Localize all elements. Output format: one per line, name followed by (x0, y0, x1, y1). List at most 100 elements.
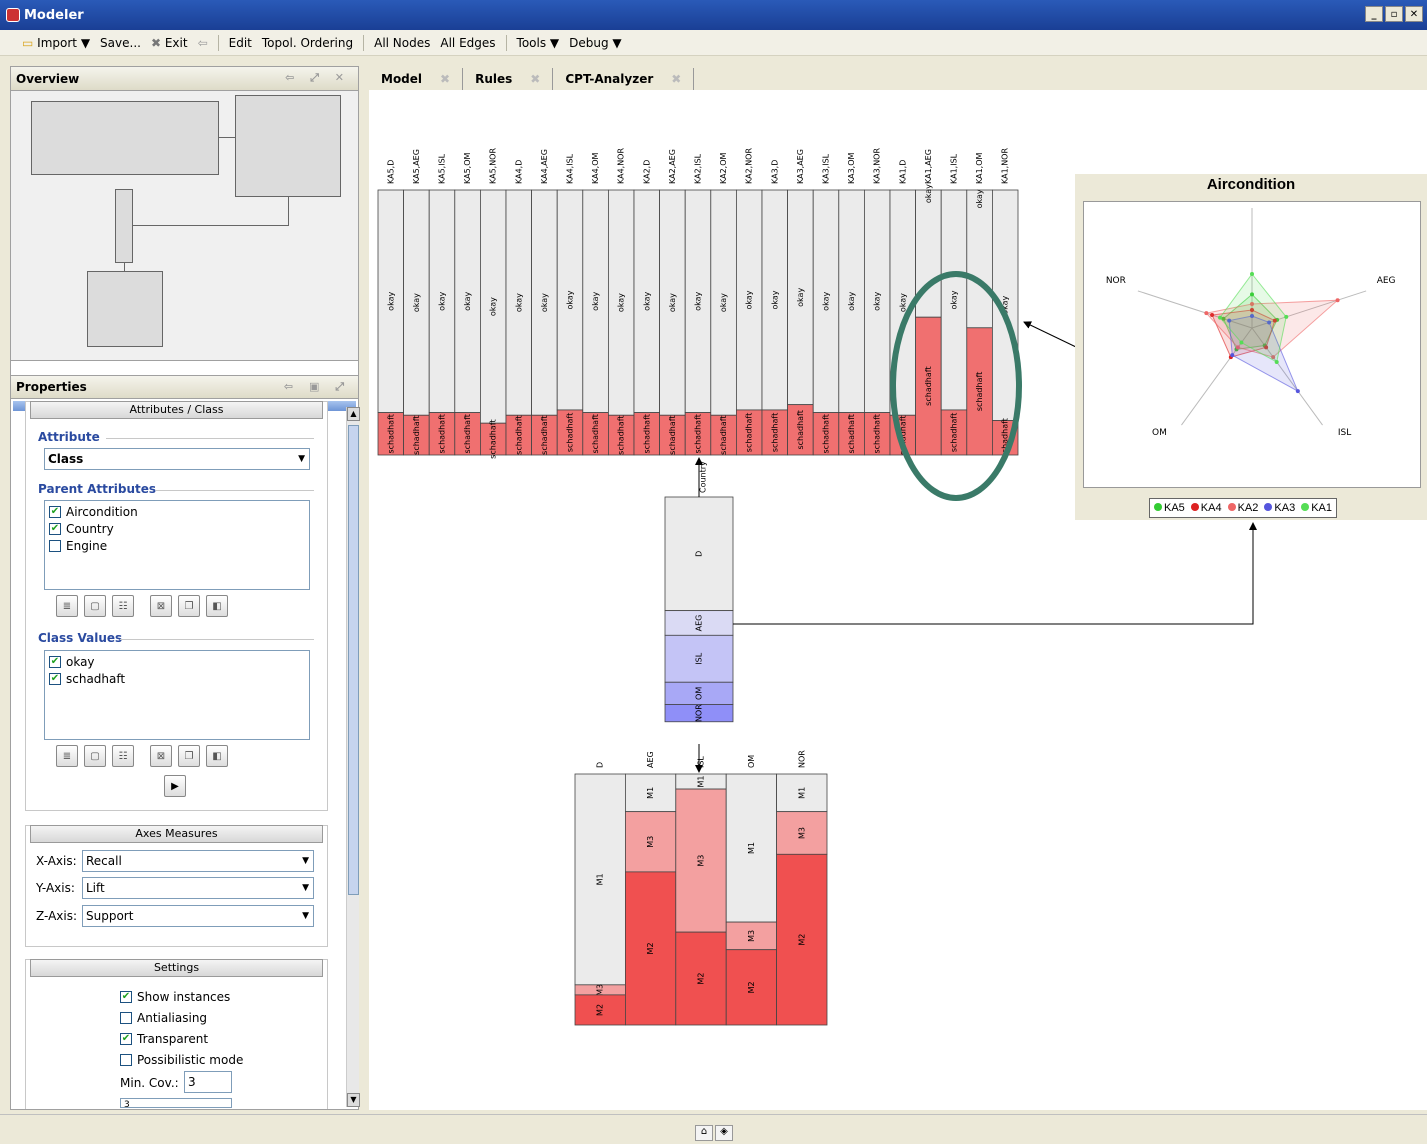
cpt-column-label: KA5,D (386, 160, 395, 184)
play-icon[interactable]: ▶ (164, 775, 186, 797)
y-axis-select[interactable]: Lift ▼ (82, 877, 314, 899)
overview-node (31, 101, 219, 175)
import-button[interactable]: ▭ Import ▼ (22, 36, 90, 50)
cpt-column[interactable]: KA1,AEGokay schadhaft (915, 149, 942, 456)
checkbox[interactable]: ✔ (49, 672, 61, 685)
cpt-column[interactable]: KA4,AEG okay schadhaft (531, 149, 558, 456)
close-button[interactable]: ✕ (1405, 6, 1423, 22)
topol-ordering-button[interactable]: Topol. Ordering (262, 36, 353, 50)
tab-rules[interactable]: Rules ✖ (463, 68, 554, 90)
cpt-column[interactable]: KA4,OM okay schadhaft (582, 152, 609, 456)
edit-button[interactable]: Edit (229, 36, 252, 50)
tab-cpt-analyzer[interactable]: CPT-Analyzer ✖ (553, 68, 695, 90)
home-icon[interactable]: ⌂ (695, 1125, 713, 1141)
paste-icon[interactable]: ◧ (206, 595, 228, 617)
attribute-select[interactable]: Class ▼ (44, 448, 310, 470)
z-axis-select[interactable]: Support ▼ (82, 905, 314, 927)
cpt-column[interactable]: KA4,ISL okay schadhaft (556, 153, 584, 456)
cpt-column[interactable]: KA4,D okay schadhaft (505, 160, 533, 456)
tab-model[interactable]: Model ✖ (369, 68, 464, 90)
back-arrow-icon[interactable]: ⇦ (198, 36, 208, 50)
overview-canvas[interactable] (11, 91, 358, 361)
class-value-item-label: schadhaft (66, 671, 126, 686)
parent-attribute-item[interactable]: Engine (45, 537, 309, 554)
checkbox[interactable] (49, 539, 61, 552)
cpt-column[interactable]: KA1,ISL okay schadhaft (940, 153, 968, 456)
x-axis-select[interactable]: Recall ▼ (82, 850, 314, 872)
cpt-column[interactable]: KA2,D okay schadhaft (633, 160, 661, 456)
cpt-column[interactable]: KA2,AEG okay schadhaft (659, 149, 686, 456)
engine-column[interactable]: M1 M3 M2 AEG (624, 751, 677, 1026)
save-button[interactable]: Save... (100, 36, 141, 50)
engine-column[interactable]: M1 M3 M2 ISL (675, 756, 727, 1026)
hidden-field[interactable]: 3 (120, 1098, 232, 1108)
cpt-schadhaft-label: schadhaft (950, 413, 959, 452)
cpt-column[interactable]: KA5,D okay schadhaft (377, 160, 405, 456)
debug-menu[interactable]: Debug ▼ (569, 36, 622, 50)
cpt-column[interactable]: KA3,D okay schadhaft (761, 160, 789, 456)
deselect-all-icon[interactable]: ▢ (84, 595, 106, 617)
select-all-icon[interactable]: ≣ (56, 745, 78, 767)
maximize-button[interactable]: ▫ (1385, 6, 1403, 22)
tools-menu[interactable]: Tools ▼ (517, 36, 560, 50)
cpt-column[interactable]: KA2,OM okay schadhaft (710, 152, 737, 456)
checkbox[interactable]: ✔ (120, 1032, 132, 1045)
scroll-down-icon[interactable]: ▼ (347, 1093, 360, 1107)
cpt-column[interactable]: KA4,NOR okay schadhaft (607, 148, 635, 456)
cpt-column[interactable]: KA3,ISL okay schadhaft (812, 153, 840, 456)
invert-selection-icon[interactable]: ☷ (112, 745, 134, 767)
scroll-up-icon[interactable]: ▲ (347, 407, 360, 421)
close-tab-icon[interactable]: ✖ (530, 72, 540, 86)
cpt-column[interactable]: KA3,OM okay schadhaft (838, 152, 865, 456)
close-tab-icon[interactable]: ✖ (440, 72, 450, 86)
all-nodes-button[interactable]: All Nodes (374, 36, 430, 50)
engine-column[interactable]: M1 M3 M2 D (574, 762, 626, 1026)
cpt-column[interactable]: KA3,NOR okay schadhaft (863, 148, 891, 456)
all-edges-button[interactable]: All Edges (440, 36, 495, 50)
class-value-item[interactable]: ✔ okay (45, 653, 309, 670)
cpt-column[interactable]: KA2,ISL okay schadhaft (684, 153, 712, 456)
checkbox[interactable] (120, 1011, 132, 1024)
remove-icon[interactable]: ⊠ (150, 745, 172, 767)
setting-option[interactable]: ✔ Show instances (116, 986, 243, 1007)
setting-option[interactable]: ✔ Transparent (116, 1028, 243, 1049)
cpt-column[interactable]: KA1,OM okay schadhaft (966, 152, 993, 456)
parent-attribute-item[interactable]: ✔ Aircondition (45, 503, 309, 520)
country-node[interactable]: D AEG ISL OM NOR Country (664, 461, 734, 723)
aircondition-radar-node[interactable]: Aircondition DAEGISLOMNOR KA5KA4KA2KA3KA… (1075, 174, 1427, 520)
select-all-icon[interactable]: ≣ (56, 595, 78, 617)
copy-icon[interactable]: ❐ (178, 745, 200, 767)
remove-icon[interactable]: ⊠ (150, 595, 172, 617)
panel-control-icons[interactable]: ⇦ ⤢ ✕ (285, 71, 350, 85)
cpt-column[interactable]: KA5,OM okay schadhaft (454, 152, 481, 456)
invert-selection-icon[interactable]: ☷ (112, 595, 134, 617)
exit-button[interactable]: ✖ Exit (151, 36, 188, 50)
copy-icon[interactable]: ❐ (178, 595, 200, 617)
model-canvas[interactable]: KA5,D okay schadhaft KA5,AEG okay schadhaft KA… (369, 90, 1427, 1110)
checkbox[interactable]: ✔ (49, 505, 61, 518)
setting-option[interactable]: Possibilistic mode (116, 1049, 243, 1070)
properties-scrollbar[interactable]: ▲ ▼ (346, 407, 360, 1107)
cpt-column[interactable]: KA5,ISL okay schadhaft (428, 153, 456, 456)
navigate-icon[interactable]: ◈ (715, 1125, 733, 1141)
checkbox[interactable]: ✔ (49, 655, 61, 668)
checkbox[interactable]: ✔ (49, 522, 61, 535)
class-value-item[interactable]: ✔ schadhaft (45, 670, 309, 687)
scrollbar-thumb[interactable] (348, 425, 359, 895)
deselect-all-icon[interactable]: ▢ (84, 745, 106, 767)
checkbox[interactable]: ✔ (120, 990, 132, 1003)
paste-icon[interactable]: ◧ (206, 745, 228, 767)
min-cov-input[interactable]: 3 (184, 1071, 232, 1093)
cpt-column[interactable]: KA2,NOR okay schadhaft (735, 148, 763, 456)
close-tab-icon[interactable]: ✖ (671, 72, 681, 86)
engine-column[interactable]: M1 M3 M2 OM (725, 755, 778, 1026)
cpt-column[interactable]: KA5,NOR okay schadhaft (480, 148, 507, 459)
cpt-column[interactable]: KA3,AEG okay schadhaft (787, 149, 814, 456)
panel-control-icons[interactable]: ⇦ ▣ ⤢ (284, 380, 350, 394)
checkbox[interactable] (120, 1053, 132, 1066)
minimize-button[interactable]: _ (1365, 6, 1383, 22)
parent-attribute-item[interactable]: ✔ Country (45, 520, 309, 537)
setting-option[interactable]: Antialiasing (116, 1007, 243, 1028)
cpt-column[interactable]: KA5,AEG okay schadhaft (403, 149, 430, 456)
engine-column[interactable]: M1 M3 M2 NOR (776, 750, 828, 1026)
